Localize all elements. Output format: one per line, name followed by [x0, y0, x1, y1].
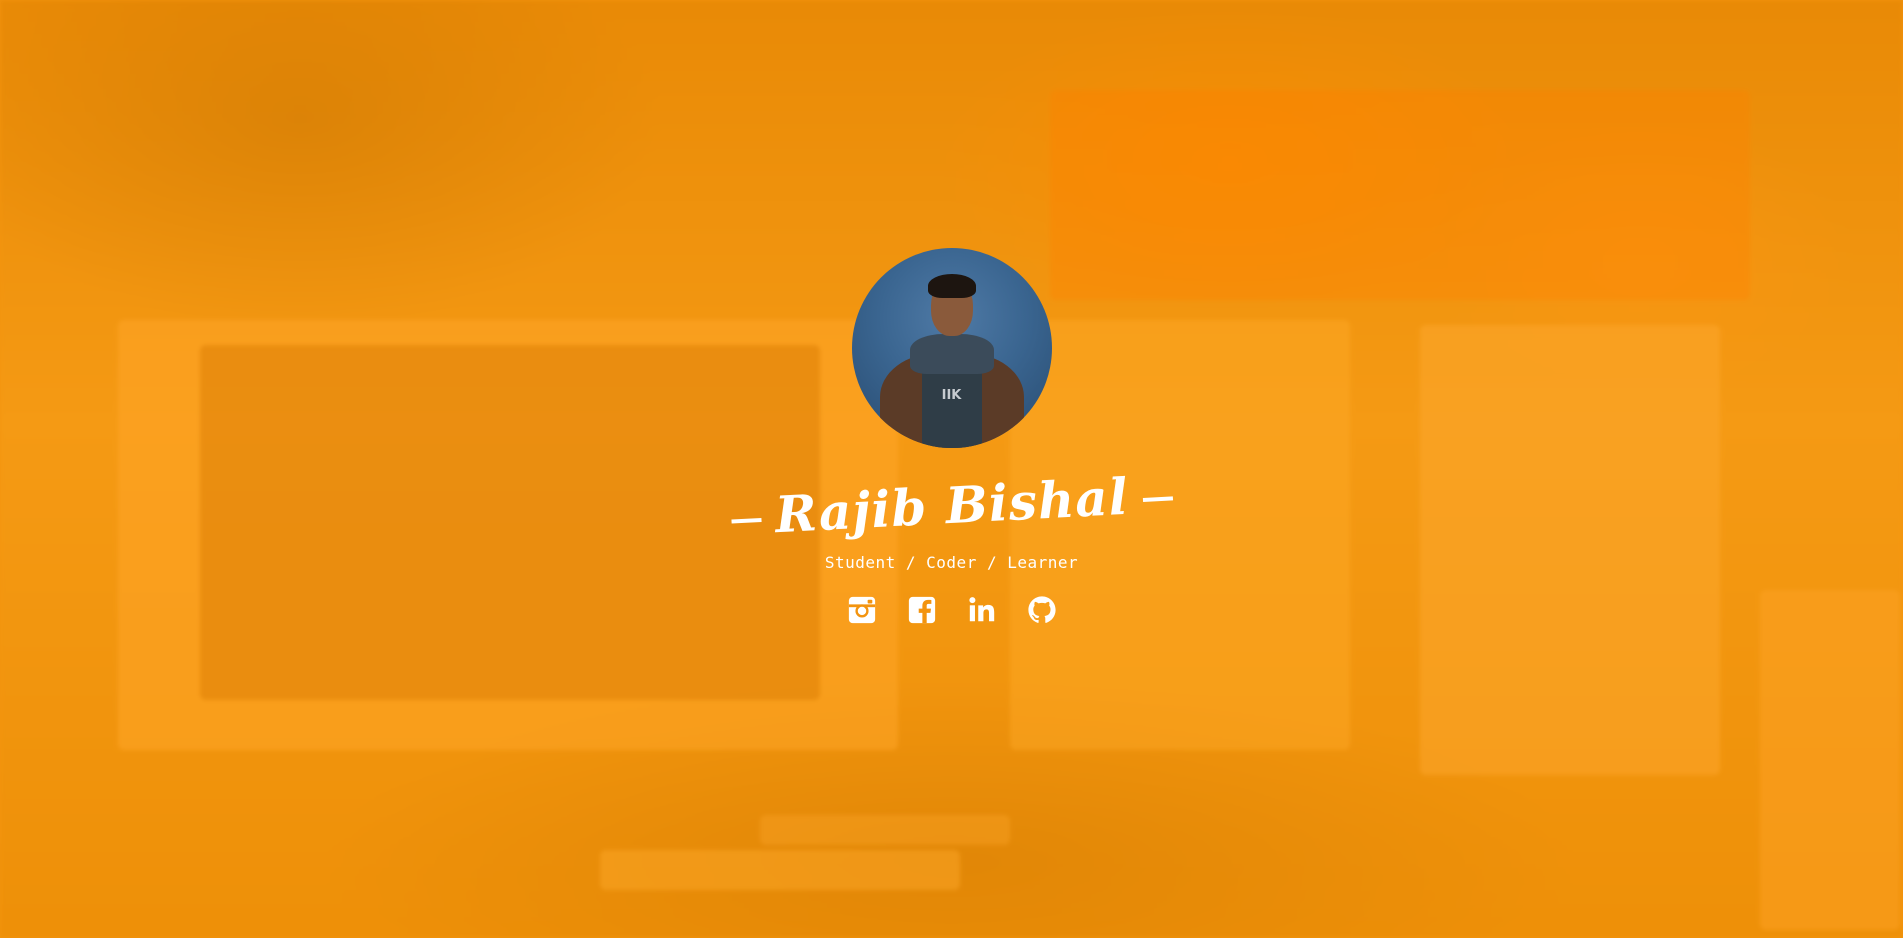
- profile-name: Rajib Bishal: [773, 466, 1130, 545]
- instagram-icon: [848, 596, 875, 624]
- facebook-icon: [908, 596, 935, 624]
- linkedin-link[interactable]: [966, 594, 998, 626]
- linkedin-icon: [968, 597, 994, 622]
- github-link[interactable]: [1026, 594, 1058, 626]
- facebook-link[interactable]: [906, 594, 938, 626]
- profile-tagline: Student / Coder / Learner: [824, 553, 1079, 572]
- title-dash-right: [1142, 496, 1173, 503]
- title-dash-left: [731, 517, 762, 524]
- page-title: Rajib Bishal: [715, 464, 1187, 548]
- github-icon: [1027, 596, 1056, 623]
- avatar: IIK: [851, 248, 1052, 448]
- instagram-link[interactable]: [846, 594, 878, 626]
- profile-section: IIK Rajib Bishal Student / Coder / Learn…: [0, 248, 1903, 626]
- social-links: [0, 594, 1903, 626]
